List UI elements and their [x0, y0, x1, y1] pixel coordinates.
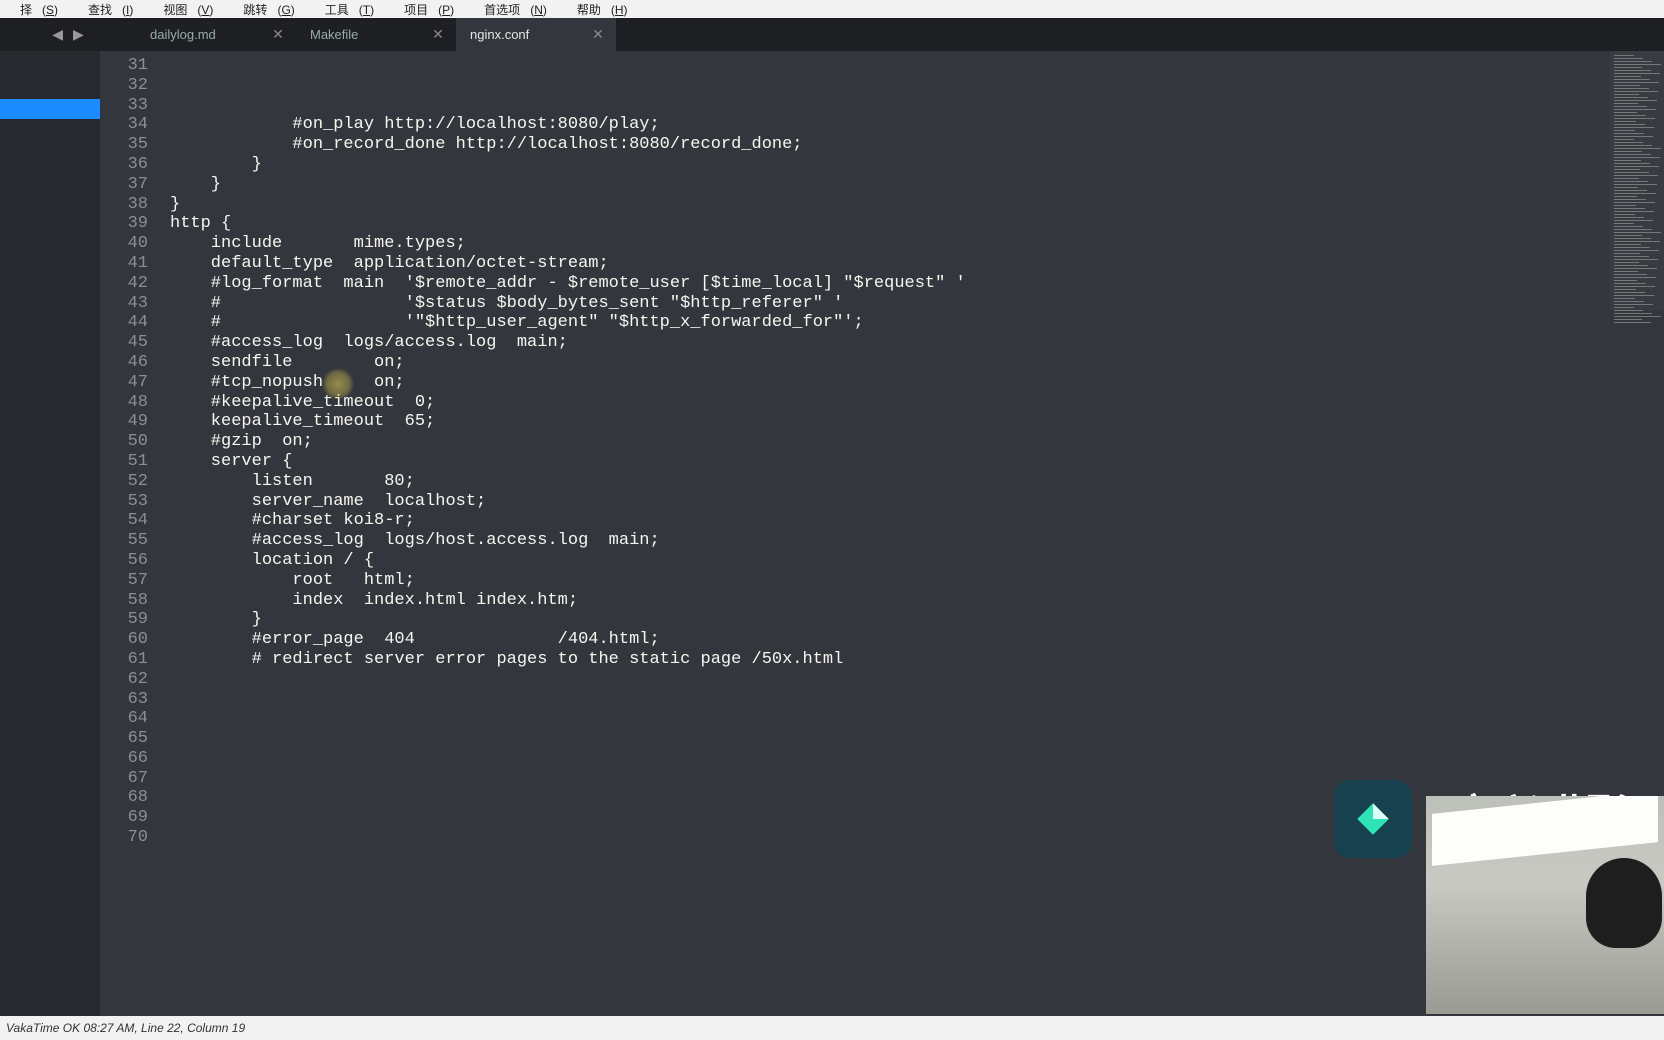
tab-label: Makefile	[310, 27, 358, 42]
code-line: #log_format main '$remote_addr - $remote…	[170, 274, 1610, 294]
tab-nginx-conf[interactable]: nginx.conf ✕	[456, 18, 616, 51]
menu-goto[interactable]: 跳转(G)	[223, 1, 304, 18]
statusbar: VakaTime OK 08:27 AM, Line 22, Column 19	[0, 1016, 1664, 1040]
line-number-gutter: 3132333435363738394041424344454647484950…	[100, 51, 160, 1016]
code-line: }	[170, 175, 1610, 195]
close-icon[interactable]: ✕	[430, 27, 446, 43]
code-line: http {	[170, 214, 1610, 234]
webcam-overlay	[1426, 796, 1664, 1014]
code-line: }	[170, 195, 1610, 215]
menu-view[interactable]: 视图(V)	[143, 1, 223, 18]
webcam-person	[1586, 858, 1662, 948]
code-line: # '"$http_user_agent" "$http_x_forwarded…	[170, 313, 1610, 333]
tab-makefile[interactable]: Makefile ✕	[296, 18, 456, 51]
sidebar-selected-file[interactable]	[0, 99, 100, 119]
code-line: #on_play http://localhost:8080/play;	[170, 115, 1610, 135]
tab-label: dailylog.md	[150, 27, 216, 42]
menu-project[interactable]: 项目(P)	[384, 1, 464, 18]
code-line: listen 80;	[170, 472, 1610, 492]
sidebar[interactable]	[0, 51, 100, 1016]
tab-dailylog[interactable]: dailylog.md ✕	[136, 18, 296, 51]
statusbar-text: VakaTime OK 08:27 AM, Line 22, Column 19	[6, 1021, 245, 1035]
code-line: #tcp_nopush on;	[170, 373, 1610, 393]
code-line: server {	[170, 452, 1610, 472]
code-line: }	[170, 610, 1610, 630]
code-line: root html;	[170, 571, 1610, 591]
code-line: location / {	[170, 551, 1610, 571]
code-line: #keepalive_timeout 0;	[170, 393, 1610, 413]
code-line: server_name localhost;	[170, 492, 1610, 512]
menu-tools[interactable]: 工具(T)	[305, 1, 384, 18]
code-line: #access_log logs/host.access.log main;	[170, 531, 1610, 551]
menu-find[interactable]: 查找(I)	[68, 1, 143, 18]
code-content[interactable]: #on_play http://localhost:8080/play; #on…	[160, 51, 1610, 1016]
code-line: # redirect server error pages to the sta…	[170, 650, 1610, 670]
webcam-background	[1432, 796, 1658, 866]
code-line: #on_record_done http://localhost:8080/re…	[170, 135, 1610, 155]
code-line: keepalive_timeout 65;	[170, 412, 1610, 432]
menubar: 择(S) 查找(I) 视图(V) 跳转(G) 工具(T) 项目(P) 首选项(N…	[0, 0, 1664, 18]
code-line: index index.html index.htm;	[170, 591, 1610, 611]
menu-preferences[interactable]: 首选项(N)	[464, 1, 557, 18]
tab-history-nav: ◀ ▶	[0, 18, 136, 51]
code-line: #access_log logs/access.log main;	[170, 333, 1610, 353]
code-line: #charset koi8-r;	[170, 511, 1610, 531]
main-area: 3132333435363738394041424344454647484950…	[0, 51, 1664, 1016]
code-line: #gzip on;	[170, 432, 1610, 452]
nav-back-icon[interactable]: ◀	[52, 26, 63, 43]
code-line: sendfile on;	[170, 353, 1610, 373]
code-line: }	[170, 155, 1610, 175]
tab-label: nginx.conf	[470, 27, 529, 42]
tabbar: ◀ ▶ dailylog.md ✕ Makefile ✕ nginx.conf …	[0, 18, 1664, 51]
minimap-lines	[1614, 55, 1660, 325]
menu-help[interactable]: 帮助(H)	[557, 1, 638, 18]
code-line: # '$status $body_bytes_sent "$http_refer…	[170, 294, 1610, 314]
filmora-logo-icon	[1334, 780, 1412, 858]
nav-forward-icon[interactable]: ▶	[73, 26, 84, 43]
menu-select[interactable]: 择(S)	[0, 1, 68, 18]
code-line: default_type application/octet-stream;	[170, 254, 1610, 274]
code-line: #error_page 404 /404.html;	[170, 630, 1610, 650]
code-line: include mime.types;	[170, 234, 1610, 254]
close-icon[interactable]: ✕	[590, 27, 606, 43]
close-icon[interactable]: ✕	[270, 27, 286, 43]
